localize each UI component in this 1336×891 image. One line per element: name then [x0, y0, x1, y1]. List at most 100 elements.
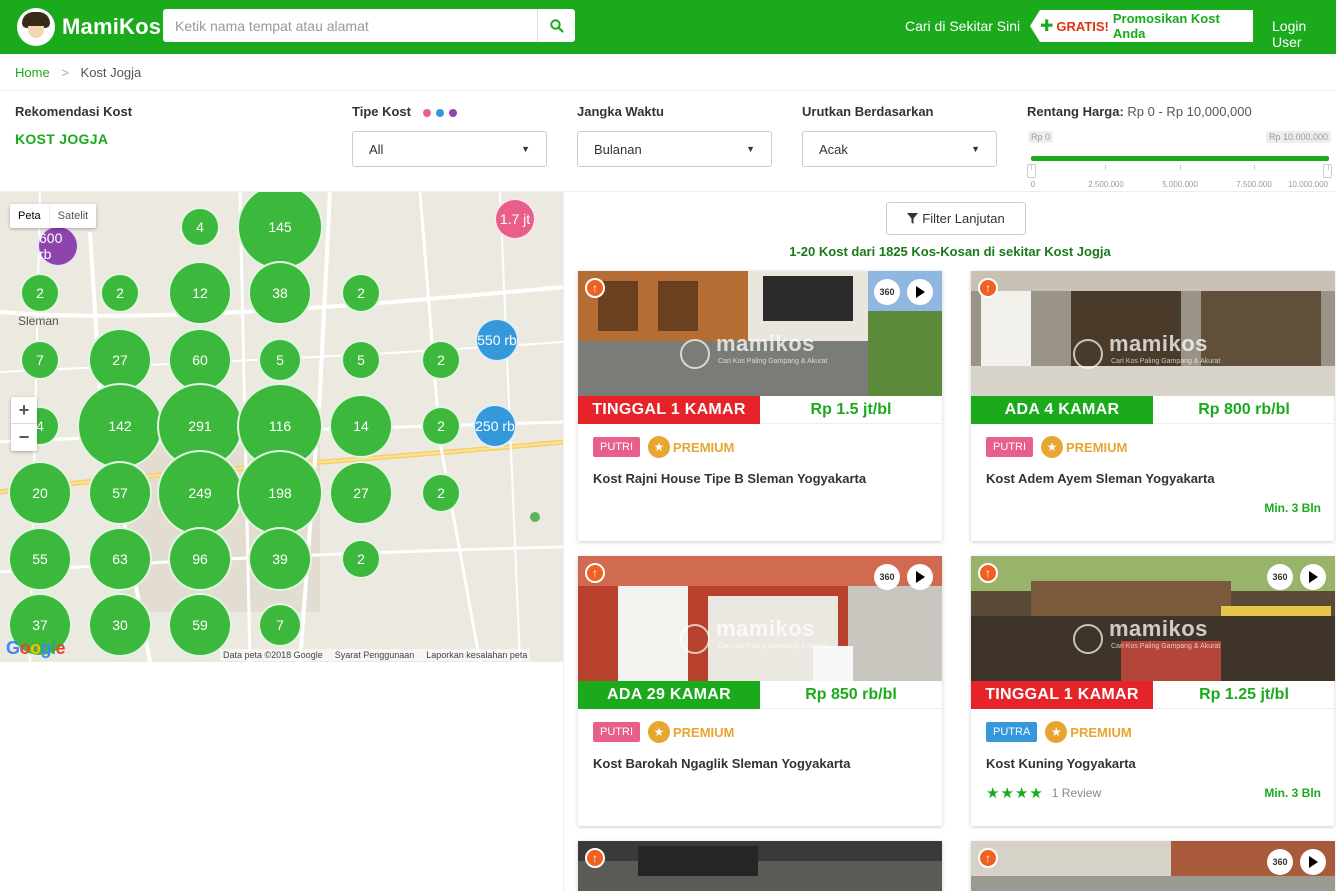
map-cluster-marker[interactable]: 5 — [341, 340, 381, 380]
brand-name: MamiKos — [62, 14, 162, 39]
map-type-map[interactable]: Peta — [10, 204, 49, 228]
map-cluster-marker[interactable]: 7 — [258, 603, 302, 647]
promo-button[interactable]: ✚ GRATIS! Promosikan Kost Anda — [1030, 10, 1253, 42]
map-cluster-marker[interactable]: 96 — [168, 527, 232, 591]
kost-card[interactable]: mamikos Cari Kos Paling Gampang & Akurat… — [578, 271, 942, 541]
map-cluster-marker[interactable]: 5 — [258, 338, 302, 382]
map-report-link[interactable]: Laporkan kesalahan peta — [426, 650, 527, 660]
zoom-controls: + − — [11, 397, 37, 451]
play-video-icon[interactable] — [907, 279, 933, 305]
price-range-heading: Rentang Harga: Rp 0 - Rp 10,000,000 — [1027, 104, 1252, 119]
search-button[interactable] — [537, 9, 575, 42]
price-slider-track[interactable] — [1031, 156, 1329, 161]
search-input[interactable] — [163, 9, 537, 42]
reco-value[interactable]: KOST JOGJA — [15, 131, 108, 147]
view-360-icon[interactable]: 360 — [1267, 564, 1293, 590]
view-360-icon[interactable]: 360 — [874, 279, 900, 305]
watermark: mamikos — [1109, 331, 1208, 356]
map-cluster-marker[interactable]: 142 — [77, 383, 163, 469]
availability-strip: TINGGAL 1 KAMAR Rp 1.25 jt/bl — [971, 681, 1335, 709]
map-cluster-marker[interactable]: 2 — [421, 473, 461, 513]
map-cluster-marker[interactable]: 59 — [168, 593, 232, 657]
map-type-satellite[interactable]: Satelit — [48, 204, 97, 228]
kost-card[interactable]: mamikos Cari Kos Paling Gampang & Akurat… — [971, 556, 1335, 826]
kost-card[interactable]: mamikos Cari Kos Paling Gampang & Akurat… — [578, 556, 942, 826]
purple-dot-icon — [448, 108, 457, 117]
brand-logo[interactable]: MamiKos — [17, 8, 161, 46]
login-link[interactable]: Login User — [1272, 18, 1336, 50]
kost-title[interactable]: Kost Kuning Yogyakarta — [986, 756, 1136, 771]
map-cluster-marker[interactable]: 2 — [341, 539, 381, 579]
kost-photo[interactable]: mamikos Cari Kos Paling Gampang & Akurat… — [971, 556, 1335, 681]
kost-photo-image — [578, 841, 942, 891]
kost-title[interactable]: Kost Barokah Ngaglik Sleman Yogyakarta — [593, 756, 850, 771]
availability-badge: TINGGAL 1 KAMAR — [578, 396, 760, 424]
card-badges: PUTRI ★ PREMIUM — [593, 721, 734, 743]
play-video-icon[interactable] — [1300, 564, 1326, 590]
tick-label: 10.000.000 — [1287, 180, 1329, 189]
type-select[interactable]: All ▼ — [352, 131, 547, 167]
price-label: Rentang Harga: — [1027, 104, 1124, 119]
map-cluster-marker[interactable]: 7 — [20, 340, 60, 380]
zoom-in-button[interactable]: + — [11, 397, 37, 424]
map-cluster-marker[interactable]: 550 rb — [475, 318, 519, 362]
map-cluster-marker[interactable]: 249 — [157, 450, 243, 536]
kost-photo[interactable]: ↑ — [578, 841, 942, 891]
view-360-icon[interactable]: 360 — [1267, 849, 1293, 875]
map-cluster-marker[interactable]: 2 — [341, 273, 381, 313]
map-cluster-marker[interactable]: 600 rb — [37, 225, 79, 267]
premium-badge: ★ PREMIUM — [1045, 721, 1132, 743]
map-cluster-marker[interactable]: 57 — [88, 461, 152, 525]
kost-photo[interactable]: mamikos Cari Kos Paling Gampang & Akurat… — [578, 271, 942, 396]
sort-select[interactable]: Acak ▼ — [802, 131, 997, 167]
map-cluster-marker[interactable]: 12 — [168, 261, 232, 325]
play-video-icon[interactable] — [907, 564, 933, 590]
google-logo: Google — [6, 638, 66, 658]
watermark-face-icon — [680, 339, 710, 369]
map-cluster-marker[interactable]: 14 — [329, 394, 393, 458]
card-badges: PUTRA ★ PREMIUM — [986, 721, 1132, 743]
price-max-tag: Rp 10.000.000 — [1266, 131, 1332, 143]
map-cluster-marker[interactable]: 198 — [237, 450, 323, 536]
star-icon: ★ — [648, 721, 670, 743]
map-cluster-marker[interactable]: 63 — [88, 527, 152, 591]
play-video-icon[interactable] — [1300, 849, 1326, 875]
map-cluster-marker[interactable]: 4 — [180, 207, 220, 247]
view-360-icon[interactable]: 360 — [874, 564, 900, 590]
zoom-out-button[interactable]: − — [11, 424, 37, 451]
map-cluster-marker[interactable]: 2 — [421, 340, 461, 380]
map-cluster-marker[interactable]: 250 rb — [473, 404, 517, 448]
kost-photo[interactable]: mamikos Cari Kos Paling Gampang & Akurat… — [971, 271, 1335, 396]
premium-badge: ★ PREMIUM — [648, 436, 734, 458]
map-cluster-marker[interactable]: 2 — [100, 273, 140, 313]
review-count[interactable]: 1 Review — [1052, 786, 1101, 800]
map[interactable]: 4 145 1.7 jt 600 rb 2 2 12 38 2 550 rb 7 27 60 5 5 2 4 14… — [0, 192, 563, 662]
kost-photo[interactable]: mamikos Cari Kos Paling Gampang & Akurat… — [578, 556, 942, 681]
watermark: mamikos — [716, 331, 815, 356]
kost-card[interactable]: mamikos Cari Kos Paling Gampang & Akurat… — [971, 271, 1335, 541]
map-cluster-marker[interactable]: 55 — [8, 527, 72, 591]
kost-title[interactable]: Kost Rajni House Tipe B Sleman Yogyakart… — [593, 471, 866, 486]
map-cluster-marker[interactable]: 2 — [20, 273, 60, 313]
kost-card[interactable]: ↑ — [578, 841, 942, 891]
map-cluster-marker[interactable]: 1.7 jt — [494, 198, 536, 240]
map-cluster-marker[interactable]: 38 — [248, 261, 312, 325]
caret-down-icon: ▼ — [746, 144, 755, 154]
map-cluster-marker[interactable]: 20 — [8, 461, 72, 525]
term-select[interactable]: Bulanan ▼ — [577, 131, 772, 167]
watermark-sub: Cari Kos Paling Gampang & Akurat — [1111, 358, 1221, 365]
sort-select-value: Acak — [819, 141, 848, 157]
map-terms-link[interactable]: Syarat Penggunaan — [335, 650, 415, 660]
kost-photo[interactable]: ↑ 360 — [971, 841, 1335, 891]
kost-card[interactable]: ↑ 360 — [971, 841, 1335, 891]
map-cluster-marker[interactable]: 30 — [88, 593, 152, 657]
map-cluster-marker[interactable]: 27 — [329, 461, 393, 525]
map-cluster-marker[interactable]: 2 — [421, 406, 461, 446]
nearby-link[interactable]: Cari di Sekitar Sini — [905, 18, 1020, 34]
gender-badge: PUTRI — [986, 437, 1033, 457]
map-cluster-marker[interactable]: 39 — [248, 527, 312, 591]
breadcrumb-home[interactable]: Home — [15, 65, 50, 80]
advanced-filter-button[interactable]: Filter Lanjutan — [886, 202, 1026, 235]
kost-title[interactable]: Kost Adem Ayem Sleman Yogyakarta — [986, 471, 1215, 486]
tick-label: 2.500.000 — [1088, 180, 1124, 189]
